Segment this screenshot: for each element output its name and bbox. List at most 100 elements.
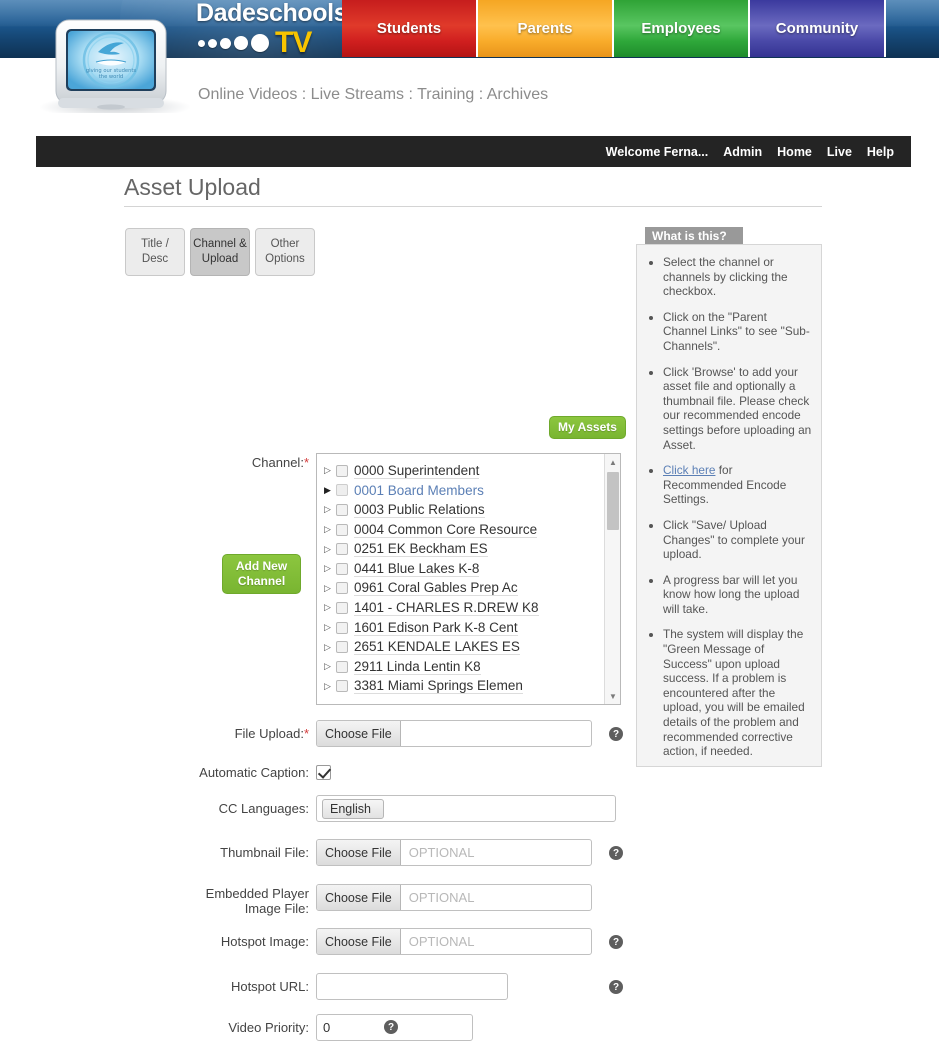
hotspot-image-label: Hotspot Image:	[220, 934, 309, 949]
what-is-this-heading: What is this?	[645, 227, 743, 244]
scroll-down-arrow-icon[interactable]: ▼	[605, 688, 620, 704]
toolbar-link-admin[interactable]: Admin	[723, 145, 762, 159]
hotspot-url-help-icon[interactable]: ?	[609, 980, 623, 994]
channel-label-text[interactable]: 0961 Coral Gables Prep Ac	[354, 580, 518, 597]
brand-wordmark: Dadeschools TV	[196, 1, 348, 58]
channel-label-text[interactable]: 3381 Miami Springs Elemen	[354, 678, 523, 695]
file-upload-field[interactable]: Choose File	[316, 720, 592, 747]
nav-tab-employees[interactable]: Employees	[614, 0, 750, 57]
file-upload-choose-button[interactable]: Choose File	[317, 721, 401, 746]
channel-tree-item[interactable]: ▷ 1601 Edison Park K-8 Cent	[324, 618, 605, 638]
expand-arrow-closed-icon[interactable]: ▷	[324, 603, 336, 612]
channel-label-text[interactable]: 0001 Board Members	[354, 483, 484, 498]
expand-arrow-closed-icon[interactable]: ▷	[324, 681, 336, 691]
brand-dot-3	[220, 37, 231, 49]
expand-arrow-closed-icon[interactable]: ▷	[324, 466, 336, 475]
channel-checkbox[interactable]	[336, 464, 348, 477]
channel-label-text[interactable]: 0003 Public Relations	[354, 502, 485, 518]
channel-label-text[interactable]: 0251 EK Beckham ES	[354, 541, 488, 558]
embedded-player-image-field[interactable]: Choose File OPTIONAL	[316, 884, 592, 911]
help-item-1: Select the channel or channels by clicki…	[663, 255, 812, 299]
nav-tab-students[interactable]: Students	[342, 0, 478, 57]
toolbar-link-help[interactable]: Help	[867, 145, 894, 159]
channel-tree-item[interactable]: ▶ 0001 Board Members	[324, 481, 605, 501]
add-new-channel-button[interactable]: Add New Channel	[222, 554, 301, 594]
channel-checkbox[interactable]	[336, 503, 348, 516]
channel-checkbox[interactable]	[336, 660, 348, 673]
expand-arrow-closed-icon[interactable]: ▷	[324, 525, 336, 534]
channel-tree-item[interactable]: ▷ 0251 EK Beckham ES	[324, 539, 605, 559]
channel-checkbox[interactable]	[336, 484, 348, 497]
nav-tab-parents[interactable]: Parents	[478, 0, 614, 57]
channel-label-text[interactable]: 1601 Edison Park K-8 Cent	[354, 620, 518, 636]
channel-tree-item[interactable]: ▷ 3381 Miami Springs Elemen	[324, 677, 605, 697]
channel-tree-item[interactable]: ▷ 0003 Public Relations	[324, 500, 605, 520]
expand-arrow-closed-icon[interactable]: ▷	[324, 564, 336, 573]
recommended-encode-link[interactable]: Click here	[663, 463, 715, 477]
welcome-user-label[interactable]: Welcome Ferna...	[606, 145, 709, 159]
channel-checkbox[interactable]	[336, 680, 348, 693]
help-item-6: A progress bar will let you know how lon…	[663, 573, 812, 617]
video-priority-label: Video Priority:	[228, 1020, 309, 1035]
channel-checkbox[interactable]	[336, 562, 348, 575]
channel-tree-item[interactable]: ▷ 2651 KENDALE LAKES ES	[324, 637, 605, 657]
thumbnail-file-field[interactable]: Choose File OPTIONAL	[316, 839, 592, 866]
hotspot-image-choose-button[interactable]: Choose File	[317, 929, 401, 954]
thumbnail-help-icon[interactable]: ?	[609, 846, 623, 860]
my-assets-button[interactable]: My Assets	[549, 416, 626, 439]
automatic-caption-row: Automatic Caption:	[176, 765, 331, 780]
channel-checkbox[interactable]	[336, 601, 348, 614]
automatic-caption-checkbox[interactable]	[316, 765, 331, 780]
channel-checkbox[interactable]	[336, 582, 348, 595]
channel-label-text[interactable]: 0000 Superintendent	[354, 463, 480, 479]
toolbar-link-home[interactable]: Home	[777, 145, 812, 159]
scrollbar-thumb[interactable]	[607, 472, 619, 530]
account-toolbar: Welcome Ferna... Admin Home Live Help	[36, 136, 911, 167]
channel-checkbox[interactable]	[336, 621, 348, 634]
video-priority-field-wrap: ?	[316, 1014, 473, 1041]
cc-languages-field[interactable]: English	[316, 795, 616, 822]
expand-arrow-open-icon[interactable]: ▶	[324, 485, 336, 495]
cc-language-tag-english[interactable]: English	[322, 798, 384, 819]
channel-label-text[interactable]: 0441 Blue Lakes K-8	[354, 561, 480, 577]
expand-arrow-closed-icon[interactable]: ▷	[324, 642, 336, 652]
channel-label-wrap: Channel:*	[176, 455, 316, 470]
file-upload-help-icon[interactable]: ?	[609, 727, 623, 741]
dadeschools-tv-logo-icon[interactable]: giving our students the world	[52, 14, 170, 112]
expand-arrow-closed-icon[interactable]: ▷	[324, 544, 336, 554]
video-priority-help-icon[interactable]: ?	[384, 1020, 398, 1034]
toolbar-link-live[interactable]: Live	[827, 145, 852, 159]
hotspot-url-label: Hotspot URL:	[230, 979, 309, 994]
channel-label-text[interactable]: 1401 - CHARLES R.DREW K8	[354, 600, 539, 616]
expand-arrow-closed-icon[interactable]: ▷	[324, 583, 336, 593]
tab-other-options[interactable]: Other Options	[255, 228, 315, 276]
scroll-up-arrow-icon[interactable]: ▲	[605, 454, 620, 470]
channel-tree-scrollbar[interactable]: ▲ ▼	[604, 454, 620, 704]
channel-label-text[interactable]: 2651 KENDALE LAKES ES	[354, 639, 520, 656]
channel-tree-item[interactable]: ▷ 0000 Superintendent	[324, 461, 605, 481]
tab-title-desc[interactable]: Title / Desc	[125, 228, 185, 276]
thumbnail-choose-button[interactable]: Choose File	[317, 840, 401, 865]
help-item-4: Click here for Recommended Encode Settin…	[663, 463, 812, 507]
channel-tree-item[interactable]: ▷ 2911 Linda Lentin K8	[324, 657, 605, 677]
channel-tree-item[interactable]: ▷ 0961 Coral Gables Prep Ac	[324, 579, 605, 599]
hotspot-image-help-icon[interactable]: ?	[609, 935, 623, 949]
channel-checkbox[interactable]	[336, 523, 348, 536]
hotspot-image-field[interactable]: Choose File OPTIONAL	[316, 928, 592, 955]
expand-arrow-closed-icon[interactable]: ▷	[324, 662, 336, 671]
channel-tree-item[interactable]: ▷ 1401 - CHARLES R.DREW K8	[324, 598, 605, 618]
expand-arrow-closed-icon[interactable]: ▷	[324, 505, 336, 514]
channel-tree-item[interactable]: ▷ 0441 Blue Lakes K-8	[324, 559, 605, 579]
expand-arrow-closed-icon[interactable]: ▷	[324, 623, 336, 632]
nav-tab-community[interactable]: Community	[750, 0, 886, 57]
channel-checkbox[interactable]	[336, 641, 348, 654]
hotspot-url-input[interactable]	[316, 973, 508, 1000]
embedded-choose-button[interactable]: Choose File	[317, 885, 401, 910]
channel-tree[interactable]: ▷ 0000 Superintendent ▶ 0001 Board Members ▷…	[316, 453, 621, 705]
channel-tree-item[interactable]: ▷ 0004 Common Core Resource	[324, 520, 605, 540]
tab-channel-upload[interactable]: Channel & Upload	[190, 228, 250, 276]
channel-checkbox[interactable]	[336, 543, 348, 556]
page-title: Asset Upload	[124, 174, 261, 200]
channel-label-text[interactable]: 2911 Linda Lentin K8	[354, 659, 481, 675]
channel-label-text[interactable]: 0004 Common Core Resource	[354, 522, 538, 538]
